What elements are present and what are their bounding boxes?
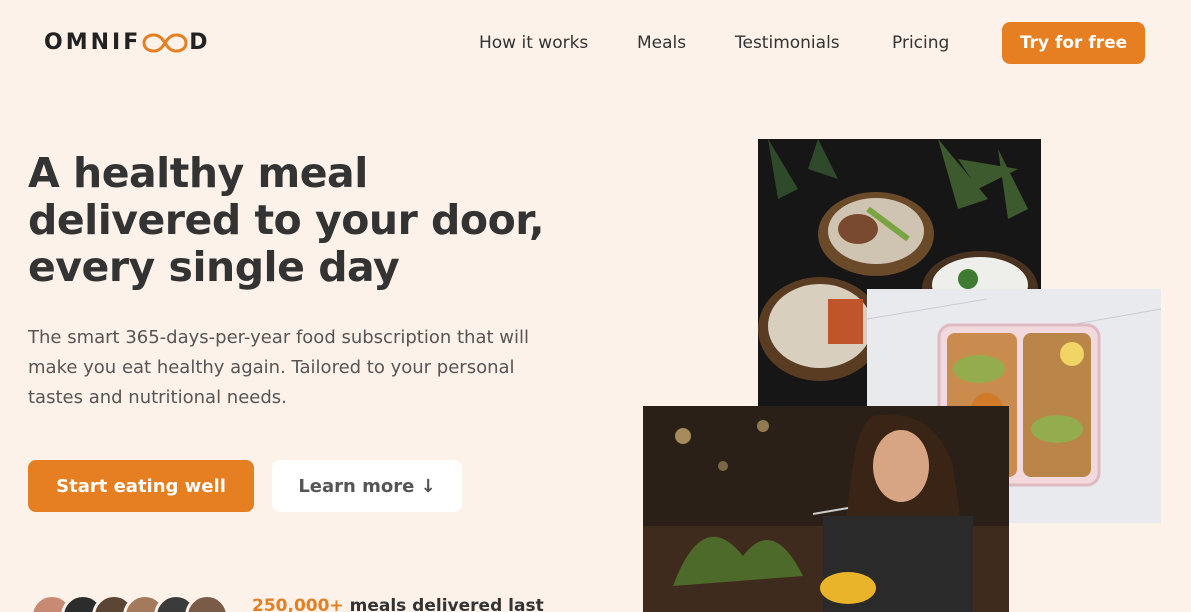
logo-text-left: OMNIF bbox=[44, 30, 142, 55]
woman-eating-photo bbox=[643, 406, 1009, 612]
nav-pricing[interactable]: Pricing bbox=[892, 33, 949, 53]
avatar bbox=[185, 594, 229, 612]
hero-title-line: delivered to your door, bbox=[28, 196, 545, 244]
try-for-free-button[interactable]: Try for free bbox=[1002, 22, 1145, 64]
meals-delivered-label: meals delivered last bbox=[343, 596, 544, 612]
hero-title: A healthy meal delivered to your door, e… bbox=[28, 150, 548, 291]
meals-delivered-text: 250,000+ meals delivered last bbox=[252, 596, 544, 612]
hero-title-line: every single day bbox=[28, 243, 400, 291]
site-header: OMNIF D How it works Meals Testimonials … bbox=[0, 0, 1191, 86]
start-eating-well-button[interactable]: Start eating well bbox=[28, 460, 254, 512]
infinity-logo-icon bbox=[142, 32, 188, 53]
logo[interactable]: OMNIF D bbox=[44, 30, 211, 55]
hero-description: The smart 365-days-per-year food subscri… bbox=[28, 327, 529, 408]
logo-text-right: D bbox=[189, 30, 211, 55]
hero-title-line: A healthy meal bbox=[28, 149, 368, 197]
meals-delivered-count: 250,000+ bbox=[252, 596, 344, 612]
nav-how-it-works[interactable]: How it works bbox=[479, 33, 588, 53]
customer-avatars bbox=[30, 594, 229, 612]
nav-meals[interactable]: Meals bbox=[637, 33, 686, 53]
nav-testimonials[interactable]: Testimonials bbox=[735, 33, 840, 53]
learn-more-button[interactable]: Learn more ↓ bbox=[272, 460, 462, 512]
